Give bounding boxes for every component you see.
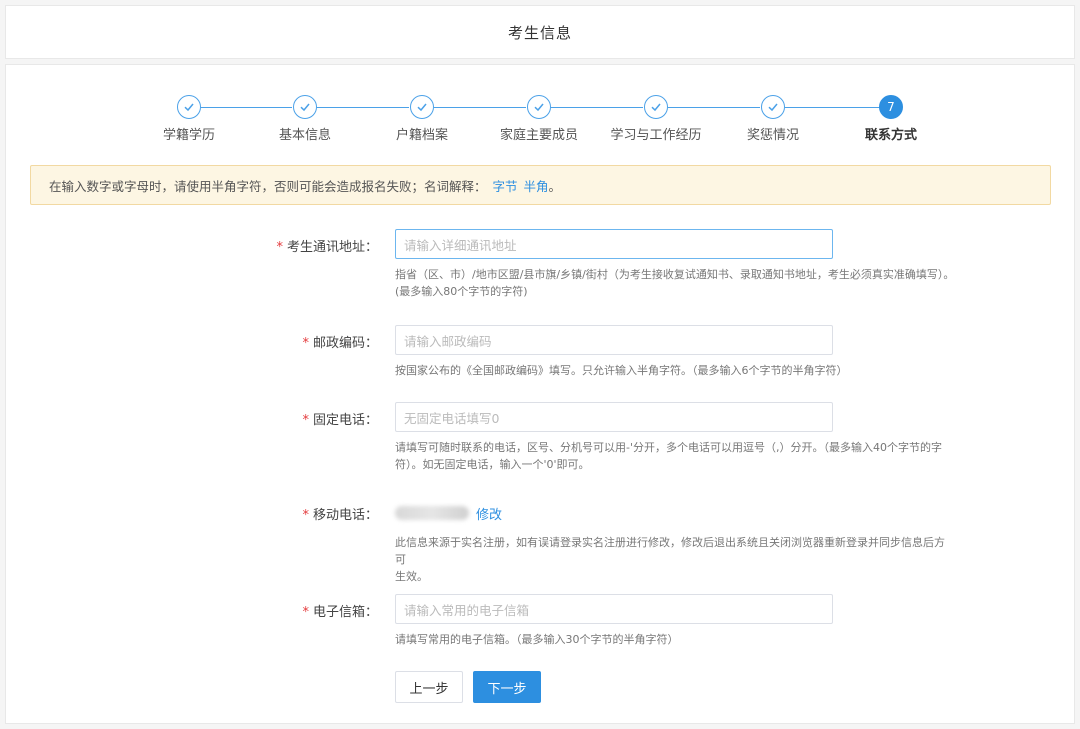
check-icon: [644, 95, 668, 119]
step-connector: [201, 107, 292, 108]
step-label: 家庭主要成员: [499, 128, 578, 143]
step-connector: [551, 107, 643, 108]
step-number: 7: [879, 95, 903, 119]
address-label: * 考生通讯地址：: [206, 236, 378, 255]
byte-link[interactable]: 字节: [493, 176, 518, 195]
address-hint: 指省（区、市）/地市区盟/县市旗/乡镇/街村（为考生接收复试通知书、录取通知书地…: [395, 266, 955, 300]
page-frame: 考生信息 学籍学历 基本信息 户籍档案 家庭主要成员 学习与工作经历 奖惩情况 …: [0, 0, 1080, 729]
postcode-placeholder: 请输入邮政编码: [404, 333, 492, 349]
mobile-hint-line1: 此信息来源于实名注册，如有误请登录实名注册进行修改，修改后退出系统且关闭浏览器重…: [395, 536, 945, 566]
mobile-hint: 此信息来源于实名注册，如有误请登录实名注册进行修改，修改后退出系统且关闭浏览器重…: [395, 534, 955, 585]
email-hint: 请填写常用的电子信箱。（最多输入30个字节的半角字符）: [395, 631, 955, 648]
required-mark: *: [302, 605, 309, 620]
notice-end: 。: [548, 178, 562, 194]
postcode-hint: 按国家公布的《全国邮政编码》填写。只允许输入半角字符。（最多输入6个字节的半角字…: [395, 362, 955, 379]
step-connector: [785, 107, 881, 108]
progress-steps: 学籍学历 基本信息 户籍档案 家庭主要成员 学习与工作经历 奖惩情况 7 联系方…: [6, 95, 1076, 155]
postcode-input[interactable]: 请输入邮政编码: [395, 325, 833, 355]
mobile-label: * 移动电话：: [206, 504, 378, 523]
step-basic-info[interactable]: 基本信息: [245, 95, 365, 143]
email-hint-line1: 请填写常用的电子信箱。（最多输入30个字节的半角字符）: [395, 633, 679, 646]
step-xueji[interactable]: 学籍学历: [129, 95, 249, 143]
page-title: 考生信息: [507, 23, 572, 42]
modify-mobile-link[interactable]: 修改: [476, 504, 502, 523]
next-step-button[interactable]: 下一步: [473, 671, 541, 703]
step-connector: [434, 107, 526, 108]
step-huji[interactable]: 户籍档案: [362, 95, 482, 143]
mobile-label-text: 移动电话：: [312, 508, 378, 523]
step-rewards[interactable]: 奖惩情况: [713, 95, 833, 143]
address-hint-line1: 指省（区、市）/地市区盟/县市旗/乡镇/街村（为考生接收复试通知书、录取通知书地…: [395, 268, 955, 281]
required-mark: *: [276, 240, 283, 255]
step-connector: [317, 107, 409, 108]
phone-input[interactable]: 无固定电话填写0: [395, 402, 833, 432]
email-input[interactable]: 请输入常用的电子信箱: [395, 594, 833, 624]
step-label: 基本信息: [278, 128, 331, 143]
required-mark: *: [302, 413, 309, 428]
step-study-work[interactable]: 学习与工作经历: [596, 95, 716, 143]
phone-hint-line2: 符）。如无固定电话，输入一个'0'即可。: [395, 458, 590, 471]
page-header: 考生信息: [5, 5, 1075, 59]
step-contact[interactable]: 7 联系方式: [831, 95, 951, 143]
email-label: * 电子信箱：: [206, 601, 378, 620]
postcode-label-text: 邮政编码：: [312, 336, 378, 351]
required-mark: *: [302, 508, 309, 523]
address-input[interactable]: 请输入详细通讯地址: [395, 229, 833, 259]
step-label: 联系方式: [864, 128, 917, 143]
check-icon: [293, 95, 317, 119]
email-placeholder: 请输入常用的电子信箱: [404, 602, 530, 618]
prev-step-button[interactable]: 上一步: [395, 671, 463, 703]
email-label-text: 电子信箱：: [312, 605, 378, 620]
phone-placeholder: 无固定电话填写0: [404, 410, 500, 426]
address-label-text: 考生通讯地址：: [286, 240, 378, 255]
check-icon: [761, 95, 785, 119]
step-label: 户籍档案: [395, 128, 448, 143]
mobile-hint-line2: 生效。: [395, 570, 428, 583]
phone-label-text: 固定电话：: [312, 413, 378, 428]
notice-banner: 在输入数字或字母时，请使用半角字符，否则可能会造成报名失败；名词解释： 字节 半…: [30, 165, 1051, 205]
step-family[interactable]: 家庭主要成员: [479, 95, 599, 143]
required-mark: *: [302, 336, 309, 351]
halfwidth-link[interactable]: 半角: [524, 176, 549, 195]
postcode-label: * 邮政编码：: [206, 332, 378, 351]
phone-label: * 固定电话：: [206, 409, 378, 428]
check-icon: [410, 95, 434, 119]
step-connector: [668, 107, 760, 108]
address-placeholder: 请输入详细通讯地址: [404, 237, 517, 253]
check-icon: [527, 95, 551, 119]
address-hint-line2: (最多输入80个字节的字符): [395, 285, 528, 298]
postcode-hint-line1: 按国家公布的《全国邮政编码》填写。只允许输入半角字符。（最多输入6个字节的半角字…: [395, 364, 848, 377]
step-label: 学籍学历: [162, 128, 215, 143]
check-icon: [177, 95, 201, 119]
step-label: 奖惩情况: [746, 128, 799, 143]
step-label: 学习与工作经历: [610, 128, 702, 143]
notice-text: 在输入数字或字母时，请使用半角字符，否则可能会造成报名失败；名词解释：: [49, 178, 487, 194]
phone-hint: 请填写可随时联系的电话，区号、分机号可以用-'分开，多个电话可以用逗号（,）分开…: [395, 439, 955, 473]
phone-hint-line1: 请填写可随时联系的电话，区号、分机号可以用-'分开，多个电话可以用逗号（,）分开…: [395, 441, 942, 454]
mobile-number-redacted: [395, 506, 469, 520]
form-panel: 学籍学历 基本信息 户籍档案 家庭主要成员 学习与工作经历 奖惩情况 7 联系方…: [5, 64, 1075, 724]
